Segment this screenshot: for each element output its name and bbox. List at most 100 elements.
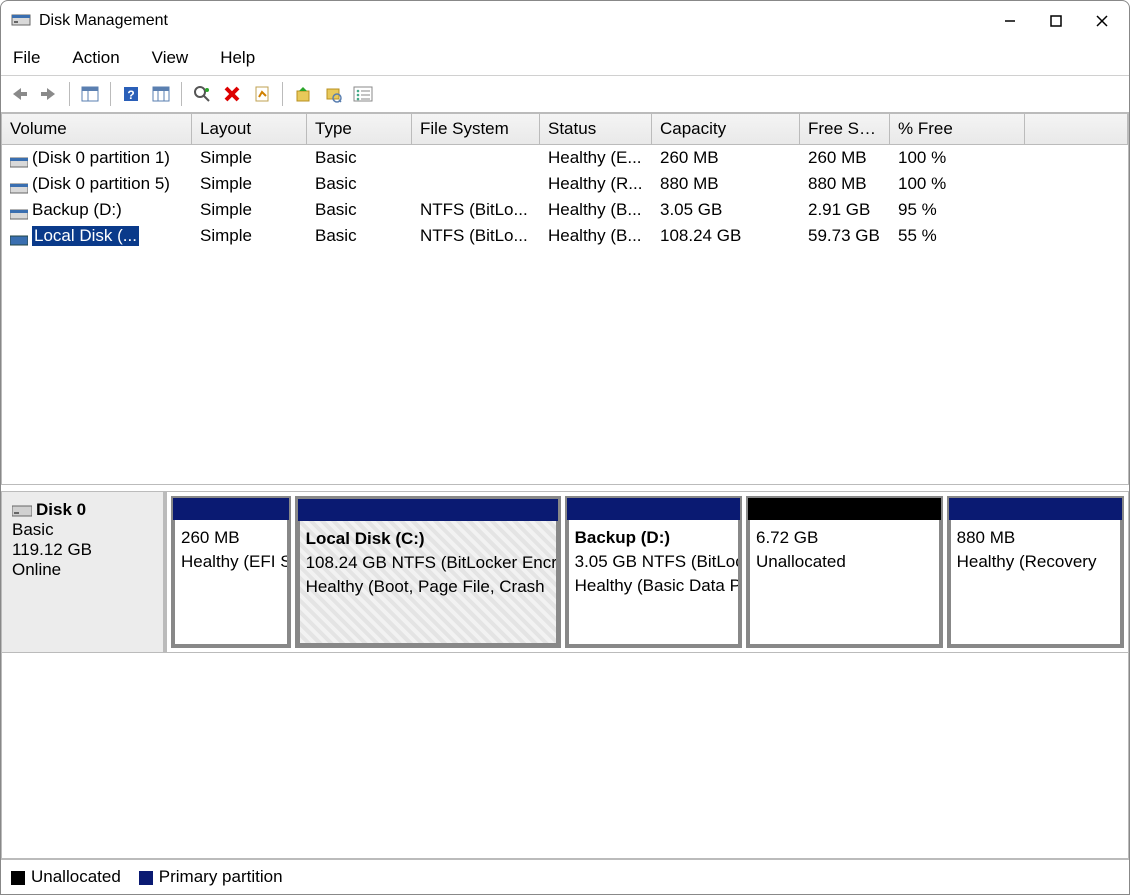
col-type[interactable]: Type	[307, 114, 412, 144]
volume-name: (Disk 0 partition 1)	[32, 148, 170, 167]
partition-line1: 880 MB	[957, 528, 1016, 547]
disk-type: Basic	[12, 520, 153, 540]
volume-list[interactable]: Volume Layout Type File System Status Ca…	[1, 113, 1129, 485]
disk-name: Disk 0	[36, 500, 86, 519]
menu-view[interactable]: View	[150, 46, 191, 70]
disk-management-window: Disk Management File Action View Help ? …	[0, 0, 1130, 895]
partition-color-bar	[748, 498, 941, 520]
volume-list-header: Volume Layout Type File System Status Ca…	[2, 114, 1128, 145]
empty-area	[1, 653, 1129, 859]
menubar: File Action View Help	[1, 41, 1129, 76]
cell-type: Basic	[307, 148, 412, 168]
settings-grid-icon[interactable]	[149, 82, 173, 106]
menu-file[interactable]: File	[11, 46, 42, 70]
forward-icon[interactable]	[37, 82, 61, 106]
partition-line2: Healthy (Basic Data P	[575, 576, 740, 595]
disk-label[interactable]: Disk 0 Basic 119.12 GB Online	[2, 492, 167, 652]
close-button[interactable]	[1079, 1, 1125, 41]
cell-status: Healthy (E...	[540, 148, 652, 168]
col-layout[interactable]: Layout	[192, 114, 307, 144]
partition-info: 880 MBHealthy (Recovery	[949, 520, 1122, 646]
col-status[interactable]: Status	[540, 114, 652, 144]
cell-filesystem: NTFS (BitLo...	[412, 200, 540, 220]
volume-row[interactable]: (Disk 0 partition 1) SimpleBasic Healthy (…	[2, 145, 1128, 171]
partition-line1: 108.24 GB NTFS (BitLocker Encr	[306, 553, 557, 572]
detach-vhd-icon[interactable]	[321, 82, 345, 106]
volume-list-body: (Disk 0 partition 1)SimpleBasicHealthy (…	[2, 145, 1128, 484]
volume-row[interactable]: Local Disk (...SimpleBasicNTFS (BitLo...…	[2, 223, 1128, 249]
cell-layout: Simple	[192, 148, 307, 168]
refresh-scan-icon[interactable]	[190, 82, 214, 106]
partition-line1: 6.72 GB	[756, 528, 818, 547]
partition-block[interactable]: 260 MB Healthy (EFI S	[171, 496, 291, 648]
cell-pct: 100 %	[890, 148, 1025, 168]
cell-status: Healthy (B...	[540, 200, 652, 220]
col-filesystem[interactable]: File System	[412, 114, 540, 144]
content-area: Volume Layout Type File System Status Ca…	[1, 113, 1129, 894]
volume-row[interactable]: Backup (D:) SimpleBasicNTFS (BitLo...Heal…	[2, 197, 1128, 223]
disk-status: Online	[12, 560, 153, 580]
partition-line1: 260 MB	[181, 528, 240, 547]
partition-line2: Healthy (EFI S	[181, 552, 289, 571]
col-spacer	[1025, 114, 1128, 144]
partition-block[interactable]: Backup (D:)3.05 GB NTFS (BitLocHealthy (…	[565, 496, 742, 648]
minimize-button[interactable]	[987, 1, 1033, 41]
partition-color-bar	[567, 498, 740, 520]
partition-block[interactable]: Local Disk (C:) 108.24 GB NTFS (BitLocker…	[295, 496, 561, 648]
help-icon[interactable]: ?	[119, 82, 143, 106]
legend-unallocated: Unallocated	[11, 867, 121, 887]
col-percent-free[interactable]: % Free	[890, 114, 1025, 144]
maximize-button[interactable]	[1033, 1, 1079, 41]
cell-capacity: 3.05 GB	[652, 200, 800, 220]
cell-type: Basic	[307, 200, 412, 220]
svg-text:?: ?	[127, 88, 134, 102]
back-icon[interactable]	[7, 82, 31, 106]
col-capacity[interactable]: Capacity	[652, 114, 800, 144]
partition-strip: 260 MB Healthy (EFI S Local Disk (C:) 108.2…	[167, 492, 1128, 652]
volume-row[interactable]: (Disk 0 partition 5) SimpleBasic Healthy (…	[2, 171, 1128, 197]
partition-info: Backup (D:)3.05 GB NTFS (BitLocHealthy (…	[567, 520, 740, 646]
partition-color-bar	[298, 499, 558, 521]
legend: Unallocated Primary partition	[1, 859, 1129, 894]
volume-icon	[10, 205, 28, 217]
partition-line1: 3.05 GB NTFS (BitLoc	[575, 552, 740, 571]
partition-info: Local Disk (C:) 108.24 GB NTFS (BitLocker…	[298, 521, 558, 645]
disk-icon	[12, 504, 32, 518]
partition-color-bar	[173, 498, 289, 520]
window-title: Disk Management	[39, 12, 168, 30]
properties-icon[interactable]	[250, 82, 274, 106]
cell-layout: Simple	[192, 226, 307, 246]
partition-line2: Unallocated	[756, 552, 846, 571]
partition-info: 260 MB Healthy (EFI S	[173, 520, 289, 646]
partition-color-bar	[949, 498, 1122, 520]
list-options-icon[interactable]	[351, 82, 375, 106]
volume-name: (Disk 0 partition 5)	[32, 174, 170, 193]
app-icon	[11, 11, 31, 31]
col-free-space[interactable]: Free Sp...	[800, 114, 890, 144]
cell-layout: Simple	[192, 174, 307, 194]
partition-title: Local Disk (C:)	[306, 529, 425, 548]
volume-icon	[10, 231, 28, 243]
cell-status: Healthy (B...	[540, 226, 652, 246]
partition-info: 6.72 GB Unallocated	[748, 520, 941, 646]
cell-filesystem: NTFS (BitLo...	[412, 226, 540, 246]
attach-vhd-icon[interactable]	[291, 82, 315, 106]
menu-action[interactable]: Action	[70, 46, 121, 70]
legend-primary: Primary partition	[139, 867, 283, 887]
cell-free: 260 MB	[800, 148, 890, 168]
cell-layout: Simple	[192, 200, 307, 220]
partition-block[interactable]: 880 MBHealthy (Recovery	[947, 496, 1124, 648]
titlebar: Disk Management	[1, 1, 1129, 41]
cell-type: Basic	[307, 174, 412, 194]
toolbar: ?	[1, 76, 1129, 113]
cell-status: Healthy (R...	[540, 174, 652, 194]
menu-help[interactable]: Help	[218, 46, 257, 70]
volume-name: Backup (D:)	[32, 200, 122, 219]
delete-icon[interactable]	[220, 82, 244, 106]
cell-capacity: 108.24 GB	[652, 226, 800, 246]
cell-type: Basic	[307, 226, 412, 246]
col-volume[interactable]: Volume	[2, 114, 192, 144]
show-hide-tree-icon[interactable]	[78, 82, 102, 106]
cell-capacity: 260 MB	[652, 148, 800, 168]
partition-block[interactable]: 6.72 GB Unallocated	[746, 496, 943, 648]
